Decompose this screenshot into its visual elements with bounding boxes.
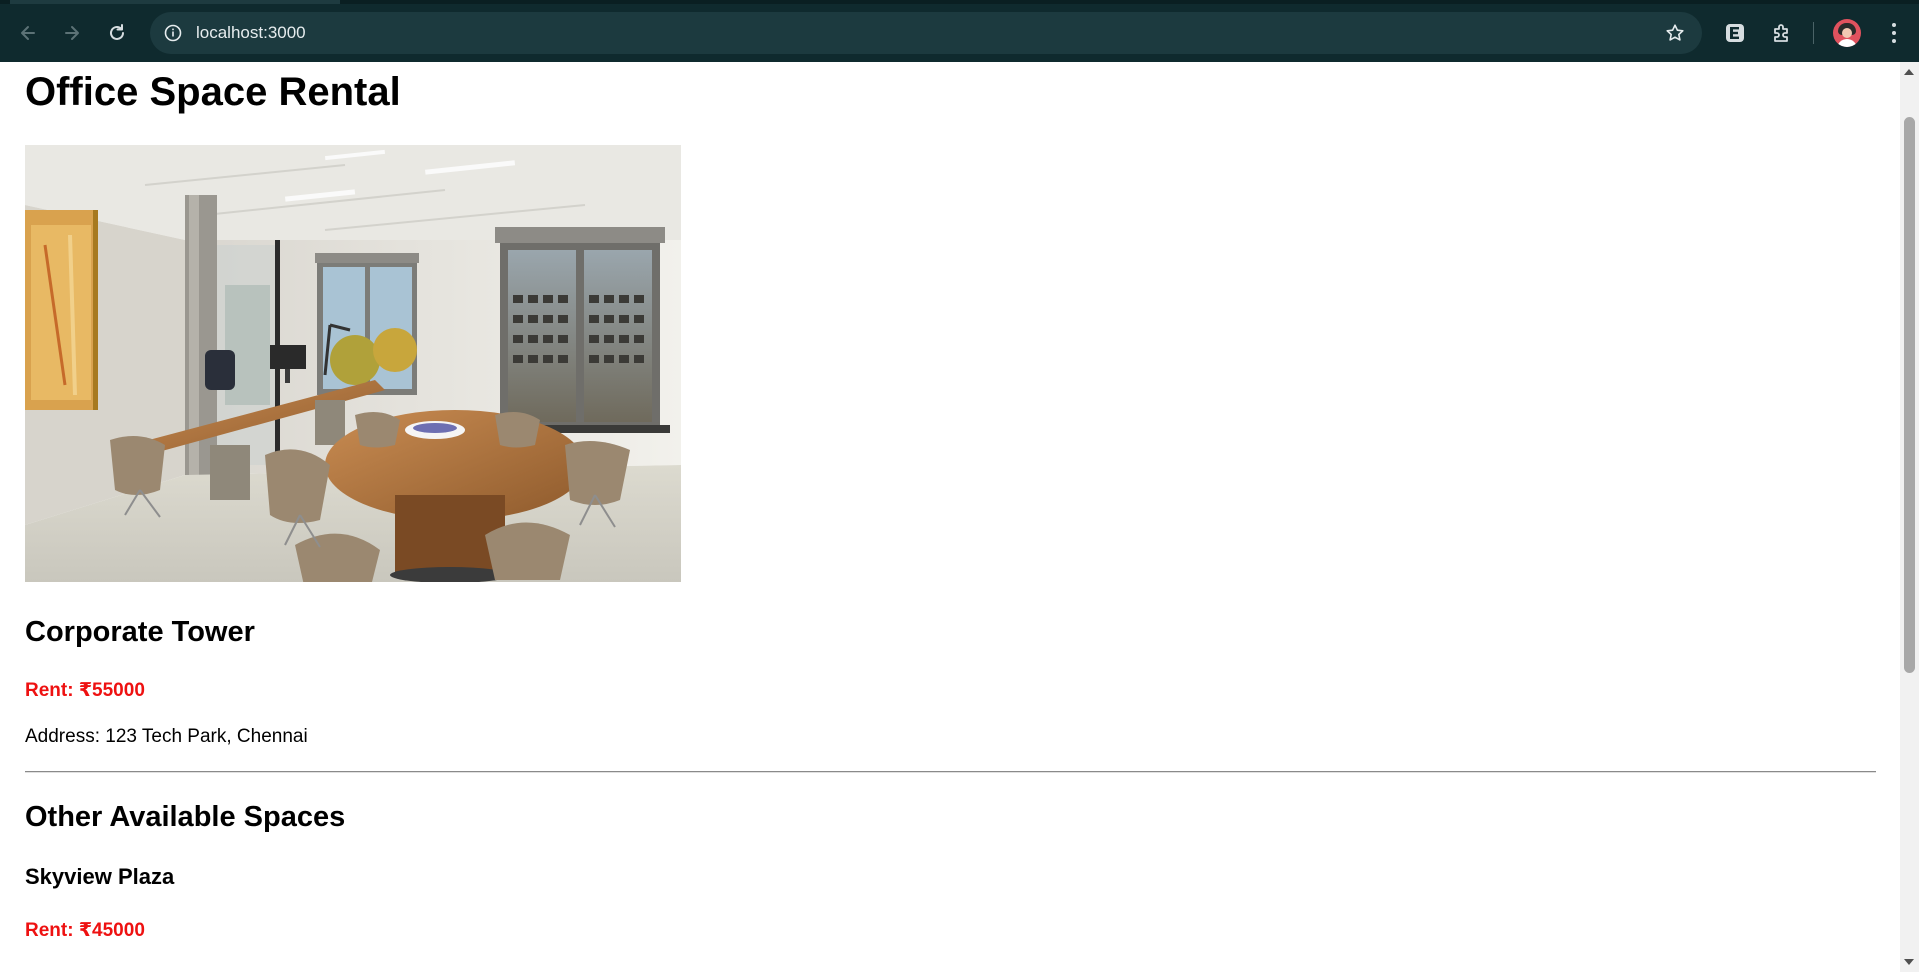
url-text[interactable]: localhost:3000 [196, 23, 306, 43]
site-info-icon[interactable] [162, 22, 184, 44]
page-scrollbar[interactable] [1900, 62, 1919, 972]
featured-address: Address: 123 Tech Park, Chennai [25, 726, 308, 747]
active-tab[interactable] [10, 0, 340, 4]
scroll-down-arrow-icon[interactable] [1904, 959, 1914, 965]
listing-rent: Rent: ₹45000 [25, 920, 145, 941]
other-spaces-heading: Other Available Spaces [25, 801, 346, 833]
back-arrow-icon [21, 26, 35, 40]
listing-name: Skyview Plaza [25, 864, 175, 889]
forward-arrow-icon [65, 26, 79, 40]
featured-property-name: Corporate Tower [25, 616, 255, 648]
section-divider [25, 771, 1876, 773]
bookmark-star-icon[interactable] [1662, 20, 1688, 46]
back-button[interactable] [12, 17, 44, 49]
forward-button[interactable] [56, 17, 88, 49]
scrollbar-thumb[interactable] [1904, 117, 1915, 673]
page-title: Office Space Rental [25, 70, 401, 114]
extension-e-icon[interactable] [1720, 18, 1750, 48]
profile-avatar[interactable] [1833, 19, 1861, 47]
tab-strip [0, 0, 1919, 4]
toolbar-separator [1813, 22, 1814, 44]
reload-icon [110, 24, 124, 40]
address-bar[interactable]: localhost:3000 [150, 12, 1702, 54]
page-viewport: Office Space Rental Corporate Tower Rent… [0, 62, 1900, 972]
reload-button[interactable] [101, 17, 133, 49]
extensions-puzzle-icon[interactable] [1767, 18, 1797, 48]
featured-rent: Rent: ₹55000 [25, 680, 145, 701]
browser-toolbar: localhost:3000 [0, 0, 1919, 62]
scroll-up-arrow-icon[interactable] [1904, 69, 1914, 75]
browser-menu-icon[interactable] [1880, 18, 1908, 48]
office-interior-image [25, 145, 681, 582]
